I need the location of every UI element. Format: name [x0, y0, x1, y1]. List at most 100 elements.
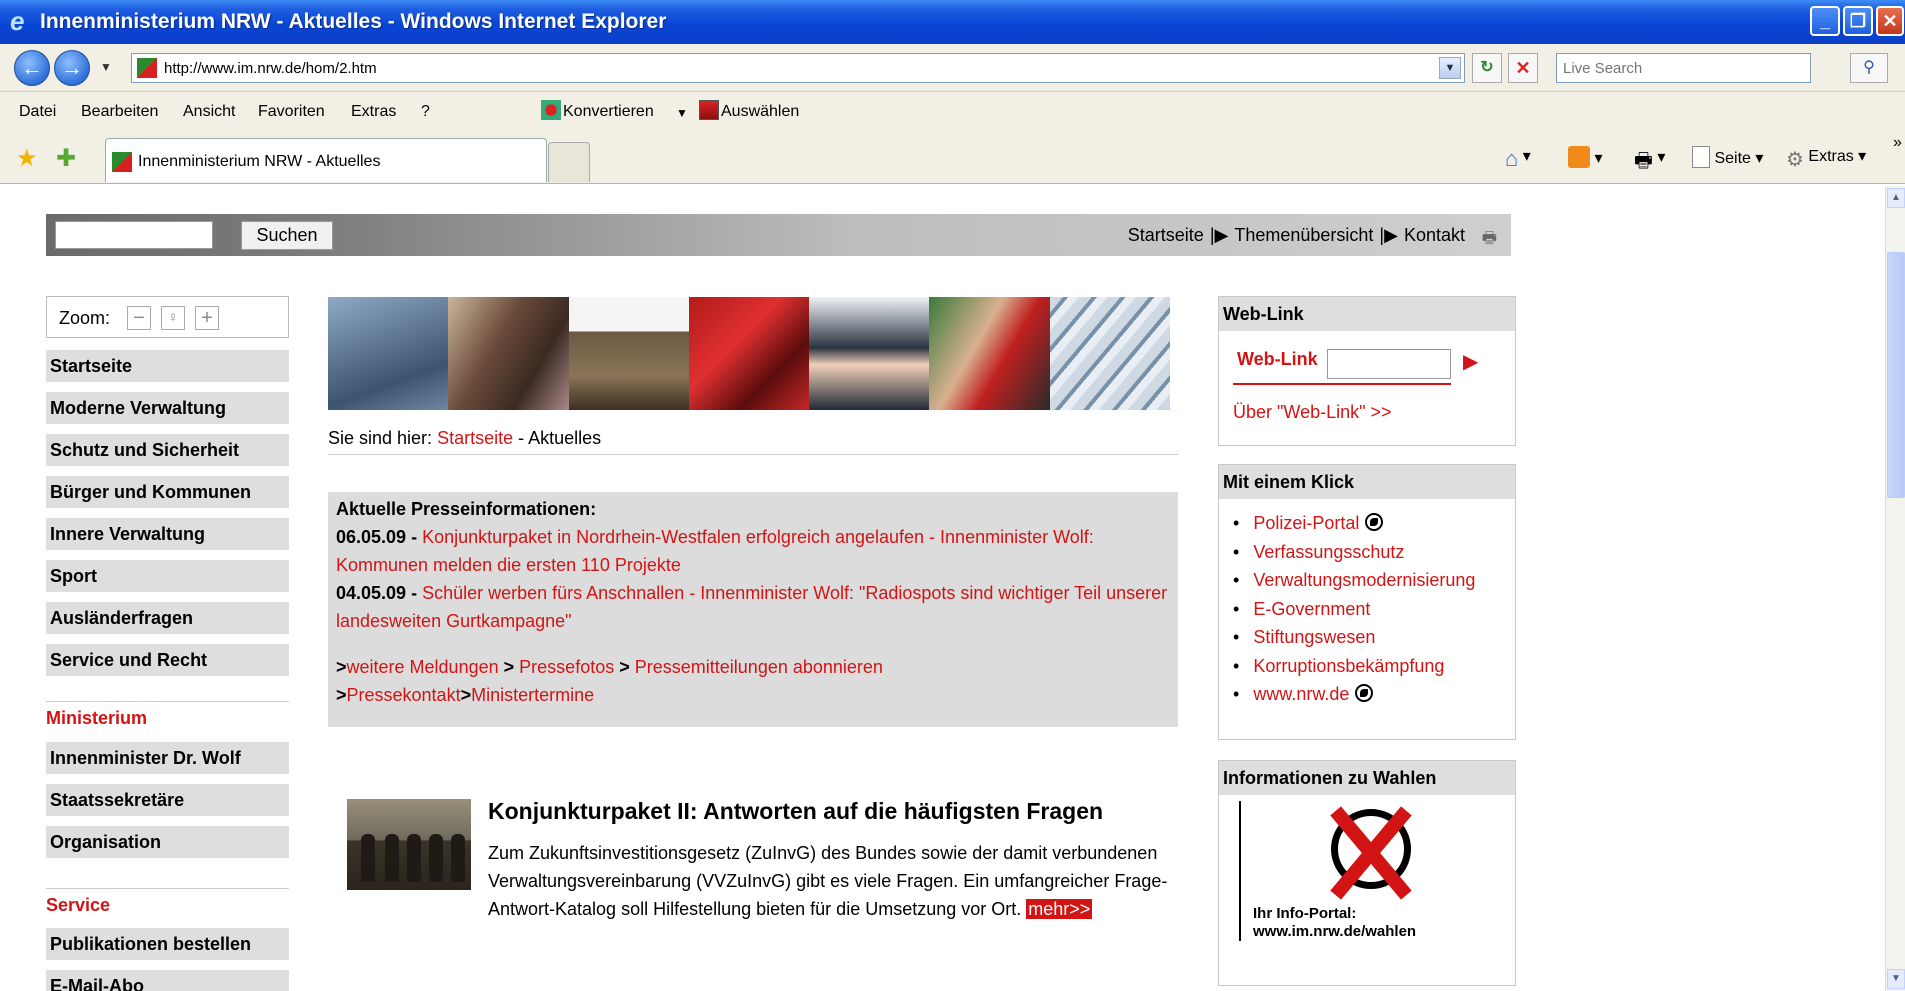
search-go-button[interactable]: ⚲ — [1850, 53, 1888, 83]
breadcrumb-prefix: Sie sind hier: — [328, 428, 433, 448]
nav-item-innere-verwaltung[interactable]: Innere Verwaltung — [46, 518, 289, 550]
link-verwaltungsmodernisierung[interactable]: Verwaltungsmodernisierung — [1253, 570, 1475, 590]
chevron-more-icon[interactable]: » — [1893, 134, 1902, 152]
stop-button[interactable]: ✕ — [1508, 53, 1538, 83]
list-item[interactable]: Verfassungsschutz — [1233, 538, 1515, 567]
nav-item-auslaenderfragen[interactable]: Ausländerfragen — [46, 602, 289, 634]
link-nrw-de[interactable]: www.nrw.de — [1253, 684, 1349, 704]
nav-item-email-abo[interactable]: E-Mail-Abo — [46, 970, 289, 991]
minimize-button[interactable]: _ — [1810, 6, 1840, 36]
menu-datei[interactable]: Datei — [19, 103, 56, 121]
link-pressemitteilungen-abonnieren[interactable]: Pressemitteilungen abonnieren — [635, 657, 883, 677]
feature-title[interactable]: Konjunkturpaket II: Antworten auf die hä… — [488, 798, 1103, 825]
print-button[interactable]: 🖶 ▾ — [1634, 146, 1665, 172]
feeds-button[interactable]: ▾ — [1568, 146, 1602, 168]
menu-ansicht[interactable]: Ansicht — [183, 103, 235, 121]
link-stiftungswesen[interactable]: Stiftungswesen — [1253, 627, 1375, 647]
nav-item-publikationen[interactable]: Publikationen bestellen — [46, 928, 289, 960]
scroll-thumb[interactable] — [1887, 252, 1905, 498]
list-item[interactable]: E-Government — [1233, 595, 1515, 624]
top-nav-startseite[interactable]: Startseite — [1128, 225, 1204, 245]
nav-item-service-recht[interactable]: Service und Recht — [46, 644, 289, 676]
close-button[interactable]: ✕ — [1876, 6, 1904, 36]
nav-head-ministerium[interactable]: Ministerium — [46, 701, 289, 729]
nav-head-service[interactable]: Service — [46, 888, 289, 916]
link-e-government[interactable]: E-Government — [1253, 599, 1370, 619]
favorites-star-icon[interactable]: ★ — [16, 144, 38, 173]
scroll-up-icon[interactable]: ▲ — [1887, 188, 1905, 208]
forward-button[interactable]: → — [54, 50, 90, 86]
convert-button[interactable]: Konvertieren — [541, 100, 654, 121]
list-item[interactable]: Korruptionsbekämpfung — [1233, 652, 1515, 681]
nav-item-staatssekretaere[interactable]: Staatssekretäre — [46, 784, 289, 816]
print-page-icon[interactable]: 🖶 — [1482, 227, 1497, 254]
url-box[interactable]: ▼ — [131, 53, 1465, 83]
select-button[interactable]: Auswählen — [699, 100, 799, 121]
top-nav-themenuebersicht[interactable]: Themenübersicht — [1234, 225, 1373, 245]
weblink-go-icon[interactable]: ▶ — [1463, 349, 1478, 374]
list-item[interactable]: www.nrw.de — [1233, 680, 1515, 709]
maximize-button[interactable]: ❐ — [1843, 6, 1873, 36]
home-button[interactable]: ⌂ ▾ — [1505, 146, 1531, 171]
site-search-input[interactable] — [55, 221, 213, 249]
press-link[interactable]: Konjunkturpaket in Nordrhein-Westfalen e… — [336, 527, 1094, 575]
tab-active[interactable]: Innenministerium NRW - Aktuelles — [105, 138, 547, 182]
link-polizei-portal[interactable]: Polizei-Portal — [1253, 513, 1359, 533]
zoom-reset-icon[interactable]: ♀ — [161, 306, 185, 330]
weblink-about-link[interactable]: Über "Web-Link" >> — [1233, 402, 1392, 423]
weblink-input[interactable] — [1327, 349, 1451, 379]
wahlen-banner[interactable]: Ihr Info-Portal: www.im.nrw.de/wahlen — [1239, 801, 1449, 941]
nav-item-organisation[interactable]: Organisation — [46, 826, 289, 858]
menu-bearbeiten[interactable]: Bearbeiten — [81, 103, 158, 121]
menu-extras[interactable]: Extras — [351, 103, 396, 121]
zoom-in-icon[interactable]: + — [195, 306, 219, 330]
nav-item-sport[interactable]: Sport — [46, 560, 289, 592]
add-favorite-icon[interactable]: ✚ — [56, 144, 76, 173]
address-bar: ← → ▼ ▼ ↻ ✕ ⚲ — [0, 44, 1905, 92]
link-verfassungsschutz[interactable]: Verfassungsschutz — [1253, 542, 1404, 562]
nav-item-startseite[interactable]: Startseite — [46, 350, 289, 382]
url-input[interactable] — [164, 58, 1404, 78]
tools-menu[interactable]: ⚙ Extras ▾ — [1786, 146, 1866, 171]
list-item[interactable]: Stiftungswesen — [1233, 623, 1515, 652]
page-menu[interactable]: Seite ▾ — [1692, 146, 1763, 168]
nav-item-innenminister[interactable]: Innenminister Dr. Wolf — [46, 742, 289, 774]
live-search-input[interactable] — [1557, 54, 1810, 82]
url-dropdown-icon[interactable]: ▼ — [1439, 57, 1461, 79]
refresh-button[interactable]: ↻ — [1472, 53, 1502, 83]
history-dropdown-icon[interactable]: ▼ — [100, 60, 112, 74]
select-label: Auswählen — [721, 103, 800, 120]
nav-item-moderne-verwaltung[interactable]: Moderne Verwaltung — [46, 392, 289, 424]
feature-photo[interactable] — [347, 799, 471, 890]
nav-item-buerger-kommunen[interactable]: Bürger und Kommunen — [46, 476, 289, 508]
window-title: Innenministerium NRW - Aktuelles - Windo… — [40, 10, 667, 33]
new-tab-button[interactable] — [548, 142, 590, 182]
header-photo-banner — [328, 297, 1170, 410]
one-click-list: Polizei-Portal Verfassungsschutz Verwalt… — [1219, 499, 1515, 709]
weblink-label: Web-Link — [1237, 349, 1318, 369]
link-pressekontakt[interactable]: Pressekontakt — [347, 685, 461, 705]
link-pressefotos[interactable]: Pressefotos — [519, 657, 614, 677]
more-link[interactable]: mehr>> — [1026, 899, 1093, 919]
live-search-box[interactable] — [1556, 53, 1811, 83]
convert-dropdown-icon[interactable]: ▼ — [676, 106, 688, 120]
link-ministertermine[interactable]: Ministertermine — [471, 685, 594, 705]
zoom-out-icon[interactable]: − — [127, 306, 151, 330]
vertical-scrollbar[interactable]: ▲ ▼ — [1885, 186, 1905, 991]
list-item[interactable]: Polizei-Portal — [1233, 509, 1515, 538]
top-nav-kontakt[interactable]: Kontakt — [1404, 225, 1465, 245]
site-search-button[interactable]: Suchen — [241, 221, 333, 250]
scroll-down-icon[interactable]: ▼ — [1887, 969, 1905, 989]
web-page: Suchen Startseite |▶ Themenübersicht |▶ Kont… — [8, 186, 1884, 991]
list-item[interactable]: Verwaltungsmodernisierung — [1233, 566, 1515, 595]
press-links-row: >Pressekontakt>Ministertermine — [336, 685, 595, 705]
breadcrumb-link-startseite[interactable]: Startseite — [437, 428, 513, 448]
back-button[interactable]: ← — [14, 50, 50, 86]
menu-help[interactable]: ? — [421, 103, 430, 121]
nav-item-schutz-sicherheit[interactable]: Schutz und Sicherheit — [46, 434, 289, 466]
press-link[interactable]: Schüler werben fürs Anschnallen - Innenm… — [336, 583, 1167, 631]
link-weitere-meldungen[interactable]: weitere Meldungen — [347, 657, 499, 677]
link-korruptionsbekaempfung[interactable]: Korruptionsbekämpfung — [1253, 656, 1444, 676]
press-heading: Aktuelle Presseinformationen: — [336, 499, 597, 519]
menu-favoriten[interactable]: Favoriten — [258, 103, 325, 121]
